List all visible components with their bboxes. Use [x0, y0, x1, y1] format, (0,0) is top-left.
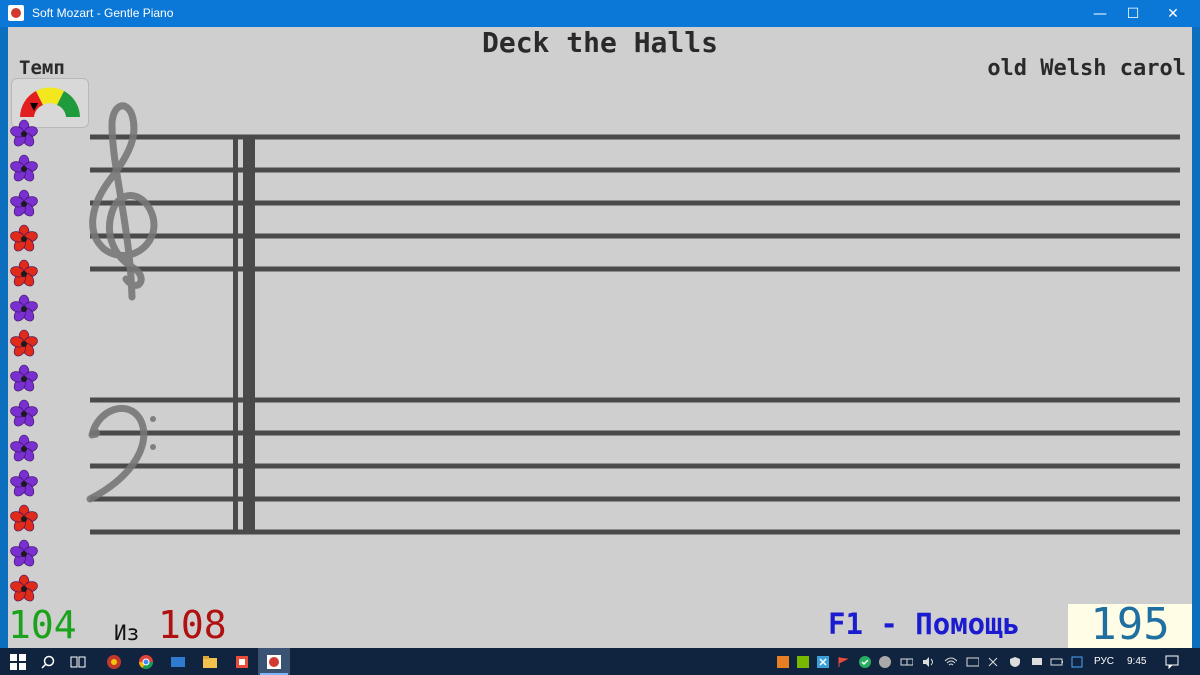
clock[interactable]: 9:45 — [1127, 656, 1146, 667]
volume-icon[interactable] — [922, 655, 935, 668]
skype-icon[interactable] — [878, 655, 891, 668]
app-canvas: Deck the Halls old Welsh carol Темп 104 … — [8, 26, 1192, 650]
tray-flag-icon[interactable] — [836, 655, 849, 668]
score-box: 195 — [1068, 599, 1192, 650]
current-note-count: 104 — [8, 603, 77, 647]
security-check-icon[interactable] — [858, 655, 871, 668]
soft-mozart-taskbar-icon[interactable] — [258, 648, 290, 675]
tray-app-x-icon[interactable] — [816, 655, 829, 668]
taskbar-app-3-icon[interactable] — [168, 652, 188, 672]
bass-clef-icon — [86, 405, 156, 503]
language-indicator[interactable]: РУС — [1094, 656, 1114, 667]
total-note-count: 108 — [158, 603, 227, 647]
task-view-icon[interactable] — [68, 652, 88, 672]
close-button[interactable]: ✕ — [1153, 0, 1193, 27]
display-icon[interactable] — [1030, 655, 1043, 668]
devices-icon[interactable] — [986, 655, 999, 668]
bar-line-thick — [243, 137, 255, 532]
bar-line-thin — [233, 137, 238, 532]
tray-settings-icon[interactable] — [1070, 655, 1083, 668]
title-bar: Soft Mozart - Gentle Piano — ☐ ✕ — [0, 0, 1200, 27]
network-link-icon[interactable] — [900, 655, 913, 668]
taskbar-app-5-icon[interactable] — [232, 652, 252, 672]
taskbar: РУС 9:45 — [0, 648, 1200, 675]
shield-icon[interactable] — [1008, 655, 1021, 668]
wifi-icon[interactable] — [944, 655, 957, 668]
keyboard-icon[interactable] — [966, 655, 979, 668]
windows-start-icon[interactable] — [8, 652, 28, 672]
search-icon[interactable] — [38, 652, 58, 672]
score-value: 195 — [1090, 599, 1170, 650]
help-hint[interactable]: F1 - Помощь — [828, 607, 1020, 641]
taskbar-app-1-icon[interactable] — [104, 652, 124, 672]
window-title: Soft Mozart - Gentle Piano — [32, 6, 174, 20]
tray-app-orange-icon[interactable] — [776, 655, 789, 668]
nvidia-icon[interactable] — [796, 655, 809, 668]
maximize-button[interactable]: ☐ — [1113, 0, 1153, 27]
battery-icon[interactable] — [1050, 655, 1063, 668]
music-staff — [86, 102, 1180, 535]
of-label: Из — [114, 621, 140, 645]
file-explorer-icon[interactable] — [200, 652, 220, 672]
chrome-icon[interactable] — [136, 652, 156, 672]
notifications-icon[interactable] — [1164, 654, 1180, 670]
app-icon — [8, 5, 24, 21]
